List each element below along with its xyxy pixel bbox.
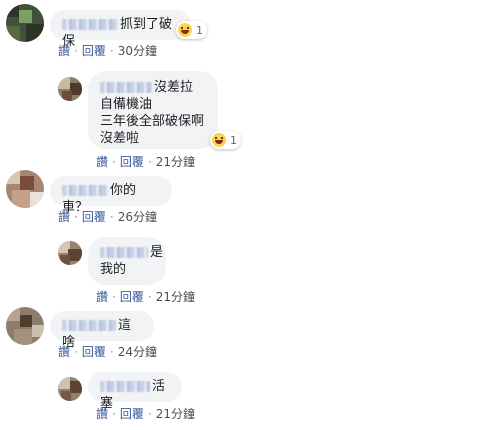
author-name[interactable] <box>62 185 108 196</box>
comment-actions: 讚 · 回覆 · 24分鐘 <box>58 343 157 360</box>
haha-icon <box>212 133 226 147</box>
separator: · <box>112 407 116 421</box>
reply-link[interactable]: 回覆 <box>120 290 144 304</box>
avatar[interactable] <box>58 77 82 101</box>
avatar-pixel <box>30 192 44 208</box>
comment-bubble: 抓到了破保 <box>50 10 191 49</box>
separator: · <box>112 290 116 304</box>
separator: · <box>109 210 114 224</box>
author-name[interactable] <box>62 320 116 331</box>
separator: · <box>109 44 114 58</box>
avatar-pixel <box>58 377 70 389</box>
timestamp[interactable]: 30分鐘 <box>118 44 157 58</box>
reaction-count: 1 <box>196 23 203 37</box>
timestamp[interactable]: 21分鐘 <box>156 407 195 421</box>
avatar-pixel <box>6 307 20 321</box>
author-name[interactable] <box>100 82 152 93</box>
comment-text: 三年後全部破保啊 <box>100 114 205 129</box>
reply-link[interactable]: 回覆 <box>82 44 106 58</box>
comment-bubble: 這啥 <box>50 311 154 350</box>
reply-link[interactable]: 回覆 <box>82 345 106 359</box>
separator: · <box>112 155 116 169</box>
avatar-pixel <box>32 325 44 337</box>
like-link[interactable]: 讚 <box>58 345 70 359</box>
reply-link[interactable]: 回覆 <box>120 407 144 421</box>
like-link[interactable]: 讚 <box>58 210 70 224</box>
avatar[interactable] <box>6 4 44 42</box>
timestamp[interactable]: 24分鐘 <box>118 345 157 359</box>
timestamp[interactable]: 21分鐘 <box>156 290 195 304</box>
separator: · <box>147 155 152 169</box>
like-link[interactable]: 讚 <box>96 290 108 304</box>
avatar-pixel <box>70 381 82 393</box>
avatar-pixel <box>6 26 20 42</box>
separator: · <box>109 345 114 359</box>
comment-bubble: 你的車？ <box>50 176 172 215</box>
avatar-pixel <box>60 255 70 265</box>
haha-icon <box>178 23 192 37</box>
avatar-pixel <box>20 315 32 327</box>
author-name[interactable] <box>62 19 118 30</box>
like-link[interactable]: 讚 <box>96 155 108 169</box>
comment-text: 沒差啦 <box>100 131 140 146</box>
author-name[interactable] <box>100 247 148 258</box>
avatar[interactable] <box>58 241 82 265</box>
avatar-pixel <box>6 4 19 17</box>
author-name[interactable] <box>100 381 150 392</box>
avatar[interactable] <box>6 307 44 345</box>
separator: · <box>74 210 78 224</box>
avatar-pixel <box>12 190 30 208</box>
avatar[interactable] <box>6 170 44 208</box>
comment-text: 是 <box>150 245 164 260</box>
reply-link[interactable]: 回覆 <box>120 155 144 169</box>
separator: · <box>147 290 152 304</box>
timestamp[interactable]: 21分鐘 <box>156 155 195 169</box>
separator: · <box>74 44 78 58</box>
reply-link[interactable]: 回覆 <box>82 210 106 224</box>
separator: · <box>147 407 152 421</box>
avatar-pixel <box>6 170 20 184</box>
avatar-pixel <box>58 77 70 89</box>
comment-bubble: 活塞 <box>88 372 182 411</box>
like-link[interactable]: 讚 <box>96 407 108 421</box>
comment-bubble: 是 我的 <box>88 237 166 285</box>
like-link[interactable]: 讚 <box>58 44 70 58</box>
comment-bubble: 沒差拉 自備機油 三年後全部破保啊 沒差啦 <box>88 71 218 149</box>
comment-actions: 讚 · 回覆 · 21分鐘 <box>96 288 195 305</box>
reaction-count: 1 <box>230 133 237 147</box>
avatar-pixel <box>26 24 44 42</box>
comment-actions: 讚 · 回覆 · 21分鐘 <box>96 405 195 422</box>
avatar-pixel <box>61 391 71 401</box>
comment-text: 自備機油 <box>100 97 153 112</box>
comment-actions: 讚 · 回覆 · 30分鐘 <box>58 42 157 59</box>
avatar-pixel <box>62 91 72 101</box>
separator: · <box>74 345 78 359</box>
avatar-pixel <box>14 329 32 345</box>
avatar[interactable] <box>58 377 82 401</box>
avatar-pixel <box>20 176 34 190</box>
comment-text: 沒差拉 <box>154 80 194 95</box>
reaction-badge[interactable]: 1 <box>210 131 241 149</box>
comment-text: 我的 <box>100 262 127 277</box>
reaction-badge[interactable]: 1 <box>176 21 207 39</box>
comment-actions: 讚 · 回覆 · 21分鐘 <box>96 153 195 170</box>
timestamp[interactable]: 26分鐘 <box>118 210 157 224</box>
comment-actions: 讚 · 回覆 · 26分鐘 <box>58 208 157 225</box>
avatar-pixel <box>19 10 32 23</box>
avatar-pixel <box>68 249 82 261</box>
